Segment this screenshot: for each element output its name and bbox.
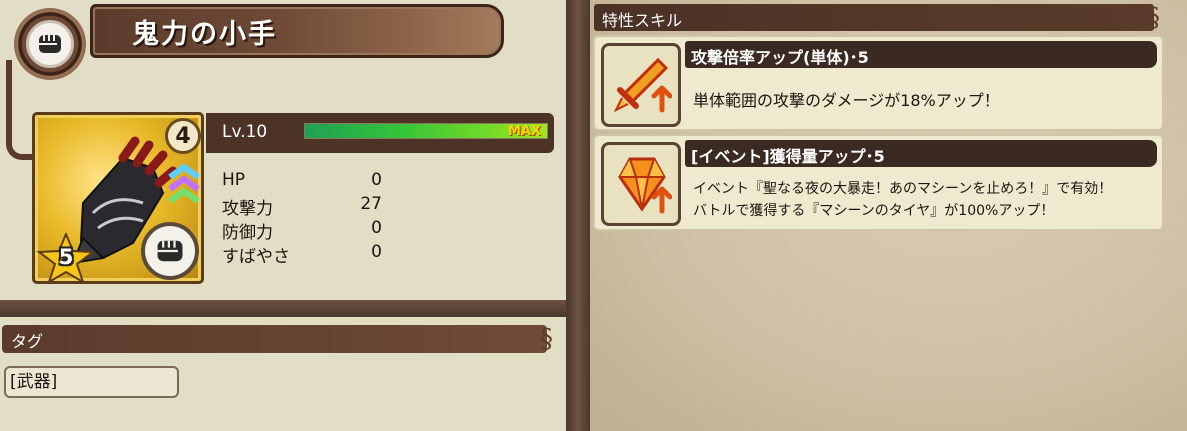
stat-row-hp: HP 0 [222,170,382,194]
sword-up-icon [601,43,681,127]
rank-chevrons-icon [168,164,200,203]
skill-description-line: バトルで獲得する『マシーンのタイヤ』が100%アップ！ [693,203,1055,219]
skill-title-bar: [イベント]獲得量アップ･5 [685,140,1157,167]
stat-label: 防御力 [222,223,273,243]
stat-row-attack: 攻撃力 27 [222,194,382,219]
section-divider [0,300,566,317]
gem-up-icon [601,142,681,226]
level-label: Lv.10 [222,122,268,142]
swirl-ornament-icon: § [540,324,553,354]
stat-label: HP [222,170,246,190]
fist-icon [141,222,199,280]
banner-frame-ornament [6,60,32,160]
skill-card[interactable]: [イベント]獲得量アップ･5 イベント『聖なる夜の大暴走！あのマシーンを止めろ！… [593,134,1164,231]
stat-row-speed: すばやさ 0 [222,242,382,267]
rarity-number: 5 [58,245,74,269]
skill-title-bar: 攻撃倍率アップ(単体)･5 [685,41,1157,68]
card-level-badge: 4 [165,118,201,154]
tag-chip[interactable]: [武器] [4,366,179,398]
panel-divider [566,0,590,431]
tag-section-title: タグ [11,332,44,351]
skill-title: 攻撃倍率アップ(単体)･5 [691,48,869,67]
skill-card[interactable]: 攻撃倍率アップ(単体)･5 単体範囲の攻撃のダメージが18%アップ！ [593,35,1164,131]
skill-title: [イベント]獲得量アップ･5 [691,147,885,166]
level-bar: Lv.10 MAX [206,113,554,153]
stat-label: すばやさ [222,247,290,267]
type-badge [14,8,86,80]
skill-section-title: 特性スキル [602,11,683,30]
item-name: 鬼力の小手 [132,19,277,50]
stat-label: 攻撃力 [222,199,273,219]
stat-row-defense: 防御力 0 [222,218,382,243]
stat-value: 0 [371,170,382,190]
swirl-ornament-icon: § [1147,3,1160,33]
tag-section-header: タグ [2,325,547,353]
skill-description-line: イベント『聖なる夜の大暴走！あのマシーンを止めろ！』で有効！ [693,181,1113,197]
stat-value: 0 [371,242,382,262]
item-card[interactable]: 4 5 [32,112,204,284]
stat-value: 0 [371,218,382,238]
stat-value: 27 [360,194,382,214]
skill-section-header: 特性スキル [594,4,1154,31]
fist-icon [26,20,74,68]
xp-max-label: MAX [507,124,541,139]
xp-gauge: MAX [304,123,548,139]
skill-description: 単体範囲の攻撃のダメージが18%アップ！ [693,91,1000,110]
